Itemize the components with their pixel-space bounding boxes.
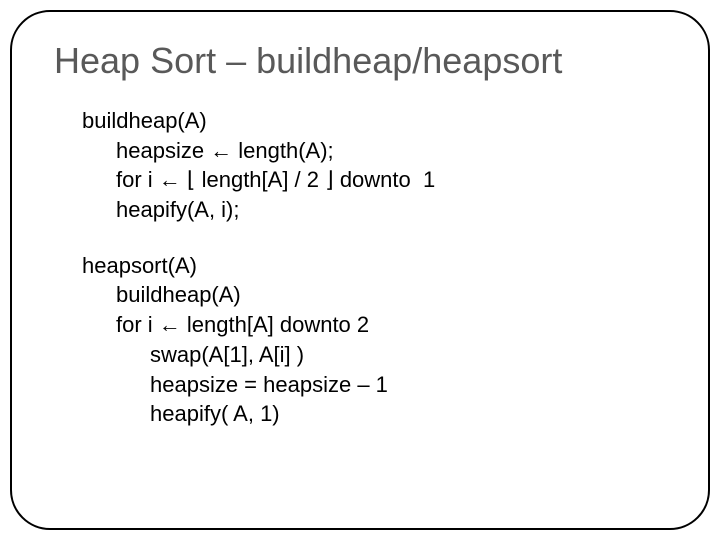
code-line: heapsize ← length(A); bbox=[82, 136, 666, 166]
code-line: heapify(A, i); bbox=[82, 195, 666, 225]
slide-title: Heap Sort – buildheap/heapsort bbox=[54, 40, 666, 82]
code-line: heapify( A, 1) bbox=[82, 399, 666, 429]
heapsort-pseudocode: heapsort(A) buildheap(A) for i ← length[… bbox=[82, 251, 666, 429]
code-line: for i ← ⌊ length[A] / 2 ⌋ downto 1 bbox=[82, 165, 666, 195]
buildheap-pseudocode: buildheap(A) heapsize ← length(A); for i… bbox=[82, 106, 666, 225]
code-line: for i ← length[A] downto 2 bbox=[82, 310, 666, 340]
code-line: swap(A[1], A[i] ) bbox=[82, 340, 666, 370]
code-line: heapsize = heapsize – 1 bbox=[82, 370, 666, 400]
code-line: buildheap(A) bbox=[82, 280, 666, 310]
code-line: buildheap(A) bbox=[82, 106, 666, 136]
code-line: heapsort(A) bbox=[82, 251, 666, 281]
slide-frame: Heap Sort – buildheap/heapsort buildheap… bbox=[10, 10, 710, 530]
